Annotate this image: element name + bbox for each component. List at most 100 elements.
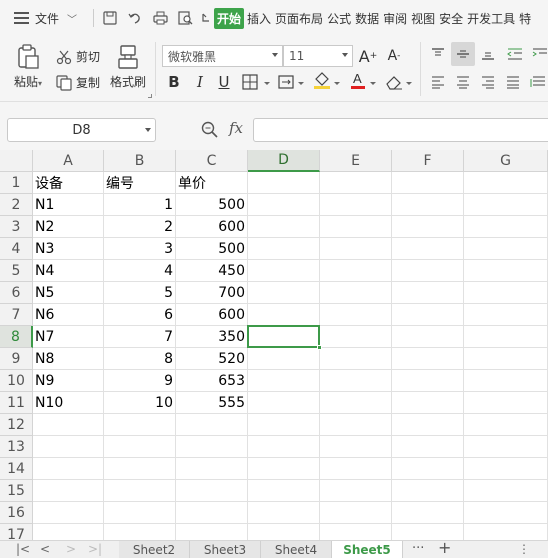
increase-indent-icon[interactable] [530, 44, 548, 64]
cell-b11[interactable]: 10 [104, 392, 176, 414]
cell-a17[interactable] [33, 524, 104, 540]
cell-a11[interactable]: N10 [33, 392, 104, 414]
row-header-12[interactable]: 12 [0, 414, 33, 436]
column-header-d[interactable]: D [248, 150, 320, 172]
paste-button[interactable]: 粘贴▾ [10, 44, 46, 90]
sheet-tab-sheet2[interactable]: Sheet2 [119, 541, 190, 558]
cell-b4[interactable]: 3 [104, 238, 176, 260]
cell-b6[interactable]: 5 [104, 282, 176, 304]
cell-e2[interactable] [320, 194, 392, 216]
cell-a1[interactable]: 设备 [33, 172, 104, 194]
cell-e16[interactable] [320, 502, 392, 524]
format-painter-button[interactable]: 格式刷 [108, 44, 148, 90]
cell-b15[interactable] [104, 480, 176, 502]
cell-e15[interactable] [320, 480, 392, 502]
formula-input[interactable] [253, 118, 548, 142]
row-header-10[interactable]: 10 [0, 370, 33, 392]
hamburger-menu-icon[interactable] [14, 12, 29, 24]
tab-formulas[interactable]: 公式 [327, 10, 351, 27]
chevron-down-icon[interactable] [145, 128, 151, 132]
align-right-icon[interactable] [478, 72, 498, 92]
align-center-icon[interactable] [453, 72, 473, 92]
row-header-15[interactable]: 15 [0, 480, 33, 502]
cell-c13[interactable] [176, 436, 248, 458]
cell-d4[interactable] [248, 238, 320, 260]
cell-a16[interactable] [33, 502, 104, 524]
next-sheet-icon[interactable]: > [66, 542, 76, 556]
cell-c12[interactable] [176, 414, 248, 436]
sheet-tab-sheet4[interactable]: Sheet4 [261, 541, 332, 558]
cell-e8[interactable] [320, 326, 392, 348]
column-header-a[interactable]: A [33, 150, 104, 172]
cell-a8[interactable]: N7 [33, 326, 104, 348]
italic-button[interactable]: I [190, 72, 210, 92]
cell-g3[interactable] [464, 216, 548, 238]
cell-a13[interactable] [33, 436, 104, 458]
undo-icon[interactable] [125, 8, 145, 28]
cell-c11[interactable]: 555 [176, 392, 248, 414]
cell-g5[interactable] [464, 260, 548, 282]
cell-d2[interactable] [248, 194, 320, 216]
cell-c9[interactable]: 520 [176, 348, 248, 370]
cell-e6[interactable] [320, 282, 392, 304]
row-header-7[interactable]: 7 [0, 304, 33, 326]
justify-icon[interactable] [503, 72, 523, 92]
row-header-16[interactable]: 16 [0, 502, 33, 524]
cell-a3[interactable]: N2 [33, 216, 104, 238]
cell-g4[interactable] [464, 238, 548, 260]
merge-cells-icon[interactable] [276, 72, 296, 92]
decrease-font-size-icon[interactable]: A- [384, 46, 404, 66]
expand-corner-icon[interactable] [148, 94, 152, 98]
increase-font-size-icon[interactable]: A + [358, 46, 378, 66]
cell-e17[interactable] [320, 524, 392, 540]
cell-c7[interactable]: 600 [176, 304, 248, 326]
column-header-f[interactable]: F [392, 150, 464, 172]
cell-a7[interactable]: N6 [33, 304, 104, 326]
tab-developer[interactable]: 开发工具 [467, 10, 515, 27]
print-icon[interactable] [150, 8, 170, 28]
cell-b14[interactable] [104, 458, 176, 480]
cell-g12[interactable] [464, 414, 548, 436]
cell-c10[interactable]: 653 [176, 370, 248, 392]
cell-c15[interactable] [176, 480, 248, 502]
cell-a2[interactable]: N1 [33, 194, 104, 216]
print-preview-icon[interactable] [175, 8, 195, 28]
cell-g16[interactable] [464, 502, 548, 524]
cell-a15[interactable] [33, 480, 104, 502]
chevron-down-icon[interactable] [406, 82, 412, 85]
fill-color-icon[interactable] [312, 70, 332, 90]
cell-g11[interactable] [464, 392, 548, 414]
cell-c4[interactable]: 500 [176, 238, 248, 260]
border-icon[interactable] [240, 72, 260, 92]
tab-view[interactable]: 视图 [411, 10, 435, 27]
first-sheet-icon[interactable]: |< [16, 542, 30, 556]
tab-insert[interactable]: 插入 [247, 10, 271, 27]
align-top-icon[interactable] [428, 44, 448, 64]
cell-c1[interactable]: 单价 [176, 172, 248, 194]
cell-f3[interactable] [392, 216, 464, 238]
bold-button[interactable]: B [164, 72, 184, 92]
cell-d8[interactable] [248, 326, 320, 348]
tab-security[interactable]: 安全 [439, 10, 463, 27]
chevron-down-icon[interactable] [370, 82, 376, 85]
cell-b7[interactable]: 6 [104, 304, 176, 326]
add-sheet-icon[interactable]: + [438, 538, 451, 557]
select-all-corner[interactable] [0, 150, 33, 172]
cell-e13[interactable] [320, 436, 392, 458]
cell-a5[interactable]: N4 [33, 260, 104, 282]
cell-d13[interactable] [248, 436, 320, 458]
distributed-align-icon[interactable] [528, 72, 548, 92]
redo-icon[interactable] [200, 8, 212, 28]
cell-c2[interactable]: 500 [176, 194, 248, 216]
tab-home[interactable]: 开始 [214, 7, 245, 29]
tab-page-layout[interactable]: 页面布局 [275, 10, 323, 27]
cell-e5[interactable] [320, 260, 392, 282]
font-size-select[interactable]: 11 [283, 45, 353, 67]
cell-d1[interactable] [248, 172, 320, 194]
cell-a9[interactable]: N8 [33, 348, 104, 370]
font-name-select[interactable]: 微软雅黑 [162, 45, 283, 67]
cell-f4[interactable] [392, 238, 464, 260]
cell-a6[interactable]: N5 [33, 282, 104, 304]
cell-c3[interactable]: 600 [176, 216, 248, 238]
cell-f15[interactable] [392, 480, 464, 502]
